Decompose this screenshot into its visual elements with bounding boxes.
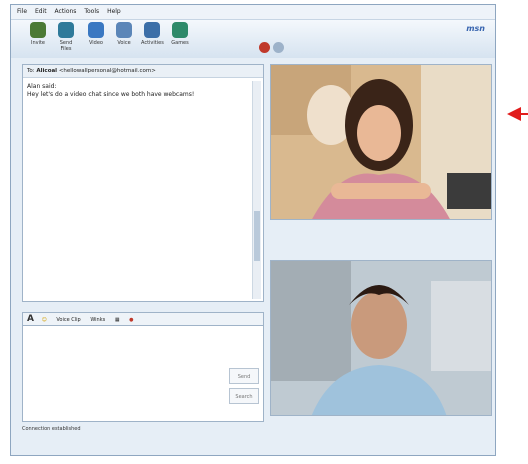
- status-text: Connection established: [22, 426, 81, 432]
- menu-help[interactable]: Help: [107, 8, 121, 15]
- message-text: Hey let's do a video chat since we both …: [27, 91, 195, 98]
- self-webcam-image: [271, 261, 491, 415]
- message-input[interactable]: Send Search: [22, 326, 264, 422]
- invite-icon: [30, 22, 46, 38]
- options-icon[interactable]: [273, 42, 284, 53]
- nudge-button[interactable]: ●: [129, 317, 133, 323]
- history-scrollbar[interactable]: [252, 81, 261, 299]
- status-bar: Connection established: [22, 424, 264, 434]
- arrow-pointer: [507, 107, 521, 121]
- video-icon: [88, 22, 104, 38]
- menu-tools[interactable]: Tools: [84, 8, 99, 15]
- menu-actions[interactable]: Actions: [55, 8, 77, 15]
- voice-icon: [116, 22, 132, 38]
- send-files-button[interactable]: Send Files: [55, 22, 77, 52]
- search-button[interactable]: Search: [229, 388, 259, 404]
- contact-email: <hellowallpersonal@hotmail.com>: [58, 68, 156, 74]
- block-icon[interactable]: [259, 42, 270, 53]
- games-icon: [172, 22, 188, 38]
- message-list: Alan said: Hey let's do a video chat sin…: [27, 83, 249, 99]
- emoticon-button[interactable]: ☺: [42, 317, 47, 323]
- voice-button[interactable]: Voice: [113, 22, 135, 46]
- arrow-tail: [520, 113, 528, 115]
- font-button[interactable]: A: [27, 314, 34, 324]
- conversation-pane: To: Alicoal <hellowallpersonal@hotmail.c…: [22, 64, 264, 434]
- voice-clip-button[interactable]: Voice Clip: [56, 317, 80, 323]
- send-files-icon: [58, 22, 74, 38]
- contact-webcam: [270, 64, 492, 220]
- self-webcam: [270, 260, 492, 416]
- background-button[interactable]: ▦: [115, 317, 120, 323]
- conversation-history: To: Alicoal <hellowallpersonal@hotmail.c…: [22, 64, 264, 302]
- toolbar: Invite Send Files Video Voice Activities…: [11, 20, 495, 58]
- invite-button[interactable]: Invite: [27, 22, 49, 46]
- msn-logo: msn: [466, 24, 485, 33]
- games-button[interactable]: Games: [169, 22, 191, 46]
- contact-webcam-image: [271, 65, 491, 219]
- menu-bar: File Edit Actions Tools Help: [11, 5, 495, 20]
- compose-toolbar: A ☺ Voice Clip Winks ▦ ●: [22, 312, 264, 326]
- message-sender: Alan said:: [27, 83, 57, 90]
- to-bar: To: Alicoal <hellowallpersonal@hotmail.c…: [23, 65, 263, 78]
- activities-icon: [144, 22, 160, 38]
- contact-name[interactable]: Alicoal: [36, 68, 57, 74]
- winks-button[interactable]: Winks: [90, 317, 105, 323]
- send-button[interactable]: Send: [229, 368, 259, 384]
- video-button[interactable]: Video: [85, 22, 107, 46]
- menu-file[interactable]: File: [17, 8, 27, 15]
- scroll-thumb[interactable]: [254, 211, 260, 261]
- activities-button[interactable]: Activities: [141, 22, 164, 46]
- menu-edit[interactable]: Edit: [35, 8, 47, 15]
